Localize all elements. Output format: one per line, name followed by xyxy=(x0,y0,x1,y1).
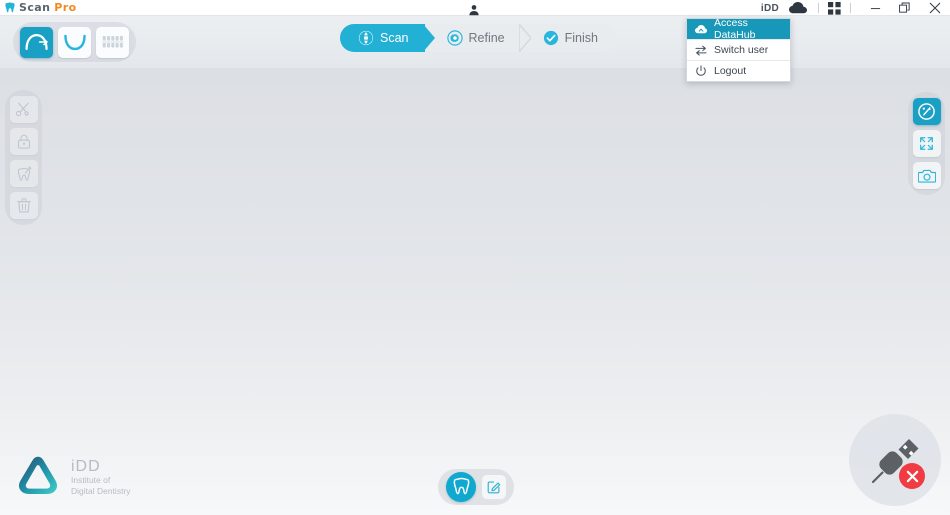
step-chevron-1 xyxy=(422,24,435,52)
tooth-brush-icon xyxy=(17,166,31,181)
app-brand: Scan Pro xyxy=(0,1,77,14)
cloud-up-icon xyxy=(695,23,707,35)
idd-logo-text: iDD Institute of Digital Dentistry xyxy=(71,458,131,496)
device-icon-wrap xyxy=(867,432,925,489)
edit-button[interactable] xyxy=(482,475,506,499)
idd-footer-logo: iDD Institute of Digital Dentistry xyxy=(14,453,131,501)
tool-trim[interactable] xyxy=(9,96,38,123)
step-finish-label: Finish xyxy=(564,31,598,45)
step-chevron-2 xyxy=(518,24,531,52)
close-button[interactable] xyxy=(920,0,950,16)
arch-button-lower[interactable] xyxy=(58,26,91,58)
step-refine[interactable]: Refine xyxy=(425,24,531,52)
step-scan-label: Scan xyxy=(380,31,409,45)
expand-icon xyxy=(920,137,933,150)
restore-icon xyxy=(899,2,910,13)
menu-item-logout[interactable]: Logout xyxy=(687,61,790,81)
power-glyph xyxy=(696,65,706,76)
account-dropdown-menu: Access DataHub Switch user Logout xyxy=(686,17,791,82)
minimize-button[interactable] xyxy=(860,0,890,16)
camera-icon xyxy=(917,169,936,183)
step-scan[interactable]: Scan xyxy=(340,24,435,52)
cloud-glyph xyxy=(789,2,807,14)
palette-icon xyxy=(918,103,935,120)
menu-item-label: Logout xyxy=(714,65,747,77)
menu-item-label: Switch user xyxy=(714,44,769,56)
brand-scan-text: Scan xyxy=(19,1,51,14)
bottom-action-bar xyxy=(438,469,514,505)
tool-delete[interactable] xyxy=(9,192,38,219)
account-label: iDD xyxy=(760,2,779,14)
arch-mode-toolbar xyxy=(13,22,136,62)
bite-icon xyxy=(101,36,124,48)
cloud-icon[interactable] xyxy=(789,0,809,16)
tool-clean-tooth[interactable] xyxy=(9,160,38,187)
grid-icon[interactable] xyxy=(828,0,841,16)
arch-button-bite[interactable] xyxy=(96,26,129,58)
person-glyph xyxy=(469,5,479,16)
arch-button-upper[interactable] xyxy=(20,26,53,58)
idd-logo-line1: Institute of xyxy=(71,475,111,485)
lock-icon xyxy=(17,134,30,149)
titlebar-divider-2 xyxy=(850,3,851,13)
scan-object-button[interactable] xyxy=(446,472,476,502)
cloud-up-glyph xyxy=(695,24,707,33)
error-x-icon xyxy=(906,470,918,482)
check-icon xyxy=(543,30,558,46)
tool-fullscreen[interactable] xyxy=(912,130,941,157)
tool-lock[interactable] xyxy=(9,128,38,155)
tool-screenshot[interactable] xyxy=(912,162,941,189)
idd-logo-title: iDD xyxy=(71,458,101,475)
titlebar-divider-1 xyxy=(818,3,819,13)
idd-logo-line2: Digital Dentistry xyxy=(71,485,131,496)
upper-arch-icon xyxy=(24,33,48,51)
left-tool-rail xyxy=(5,90,42,225)
idd-triangle-icon xyxy=(18,456,58,494)
switch-user-glyph xyxy=(695,45,707,56)
edit-square-icon xyxy=(487,481,501,494)
right-tool-rail xyxy=(908,92,945,195)
menu-item-label: Access DataHub xyxy=(714,17,756,41)
menu-item-switch-user[interactable]: Switch user xyxy=(687,40,790,60)
scissors-icon xyxy=(15,102,29,117)
step-finish[interactable]: Finish xyxy=(521,24,614,52)
titlebar-right-group: iDD xyxy=(761,0,950,16)
lower-arch-icon xyxy=(63,34,86,51)
tool-color-texture[interactable] xyxy=(912,98,941,125)
tooth-icon xyxy=(5,2,15,13)
step-wizard: Scan Refine Finish xyxy=(340,24,617,52)
gear-icon xyxy=(446,30,463,46)
grid-glyph xyxy=(828,1,841,15)
minimize-icon xyxy=(870,7,880,9)
tooth-icon xyxy=(453,477,469,495)
account-menu-button[interactable]: iDD xyxy=(761,0,789,16)
error-badge xyxy=(899,463,925,489)
device-status-indicator[interactable] xyxy=(849,414,941,506)
scan-icon xyxy=(358,30,374,46)
close-icon xyxy=(929,2,941,14)
trash-icon xyxy=(16,198,31,213)
scan-canvas[interactable] xyxy=(0,68,950,515)
power-icon xyxy=(695,65,707,77)
brand-pro-text: Pro xyxy=(54,1,77,14)
step-refine-label: Refine xyxy=(468,31,505,45)
scanpro-window: Scan Pro iDD Scan Refine Finish Access D… xyxy=(0,0,950,515)
menu-item-access-datahub[interactable]: Access DataHub xyxy=(687,17,790,41)
restore-button[interactable] xyxy=(890,0,920,16)
switch-user-icon xyxy=(695,44,707,56)
title-bar: Scan Pro iDD xyxy=(0,0,950,16)
